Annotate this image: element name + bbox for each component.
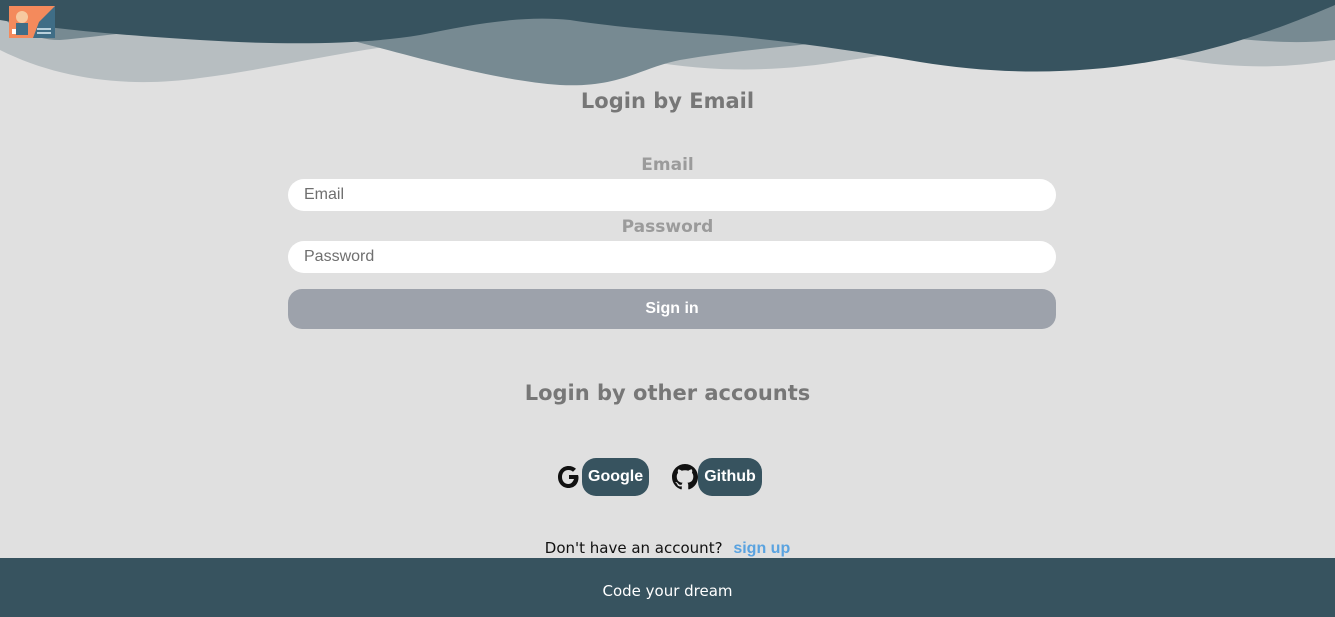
github-login[interactable]: Github bbox=[672, 458, 762, 496]
other-login-title: Login by other accounts bbox=[524, 381, 811, 405]
footer-text: Code your dream bbox=[602, 582, 733, 600]
header-waves bbox=[0, 0, 1335, 86]
google-button[interactable]: Google bbox=[582, 458, 649, 496]
email-input[interactable] bbox=[288, 179, 1056, 211]
email-label: Email bbox=[641, 155, 694, 175]
app-logo-icon[interactable] bbox=[9, 6, 55, 38]
footer: Code your dream bbox=[0, 558, 1335, 617]
signup-prompt-line: Don't have an account? sign up bbox=[0, 539, 1335, 558]
github-icon[interactable] bbox=[672, 464, 698, 490]
login-page: Login by Email Email Password Sign in Lo… bbox=[0, 0, 1335, 617]
email-login-title: Login by Email bbox=[580, 89, 755, 113]
google-icon[interactable] bbox=[556, 464, 582, 490]
google-login[interactable]: Google bbox=[556, 458, 649, 496]
password-input[interactable] bbox=[288, 241, 1056, 273]
password-label: Password bbox=[621, 217, 714, 237]
sign-in-button[interactable]: Sign in bbox=[288, 289, 1056, 329]
signup-prompt: Don't have an account? bbox=[544, 539, 723, 557]
github-button[interactable]: Github bbox=[698, 458, 762, 496]
sign-up-link[interactable]: sign up bbox=[733, 540, 790, 557]
